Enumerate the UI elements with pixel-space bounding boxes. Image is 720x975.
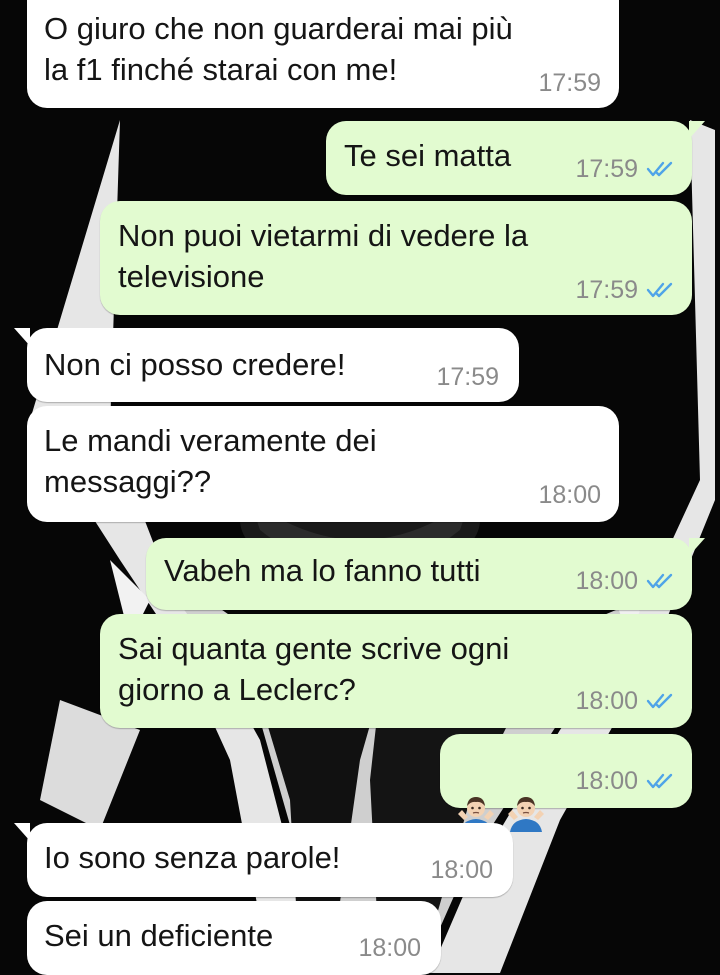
message-bubble-outgoing[interactable]: Vabeh ma lo fanno tutti 18:00 — [146, 538, 705, 610]
message-text: Io sono senza parole! — [44, 840, 341, 875]
message-time: 18:00 — [358, 934, 421, 962]
message-text: Non puoi vietarmi di vedere la televisio… — [118, 218, 529, 294]
message-bubble-outgoing[interactable]: Sai quanta gente scrive ogni giorno a Le… — [100, 614, 692, 728]
double-check-read-icon — [646, 161, 673, 177]
message-time: 17:59 — [538, 69, 601, 97]
double-check-read-icon — [646, 282, 673, 298]
bubble-tail — [689, 538, 705, 556]
message-text: Sai quanta gente scrive ogni giorno a Le… — [118, 631, 510, 707]
message-meta: 18:00 — [430, 855, 493, 885]
message-time: 17:59 — [575, 276, 638, 304]
message-text: Vabeh ma lo fanno tutti — [164, 553, 481, 588]
message-bubble-outgoing[interactable]: Te sei matta 17:59 — [326, 121, 705, 195]
message-bubble-outgoing[interactable]: Non puoi vietarmi di vedere la televisio… — [100, 201, 692, 315]
message-text: O giuro che non guarderai mai più la f1 … — [44, 11, 513, 87]
message-meta: 17:59 — [436, 362, 499, 392]
message-meta: 17:59 — [575, 154, 676, 184]
message-time: 18:00 — [430, 856, 493, 884]
conversation: O giuro che non guarderai mai più la f1 … — [0, 0, 720, 975]
bubble-tail — [689, 121, 705, 139]
message-meta: 18:00 — [575, 566, 676, 596]
double-check-read-icon — [646, 773, 673, 789]
message-time: 17:59 — [575, 155, 638, 183]
man-shrugging-emoji-icon — [508, 796, 544, 832]
message-text: Te sei matta — [344, 138, 512, 173]
message-text: Le mandi veramente dei messaggi?? — [44, 423, 377, 499]
message-meta: 18:00 — [538, 480, 601, 510]
message-bubble-incoming[interactable]: Sei un deficiente 18:00 — [27, 901, 441, 975]
message-time: 18:00 — [538, 481, 601, 509]
double-check-read-icon — [646, 573, 673, 589]
message-bubble-incoming[interactable]: O giuro che non guarderai mai più la f1 … — [27, 0, 619, 108]
message-time: 17:59 — [436, 363, 499, 391]
bubble-tail — [14, 823, 30, 841]
message-meta: 17:59 — [575, 275, 676, 305]
message-bubble-incoming[interactable]: Le mandi veramente dei messaggi?? 18:00 — [27, 406, 619, 522]
message-bubble-outgoing[interactable]: 18:00 — [440, 734, 692, 832]
message-bubble-incoming[interactable]: Io sono senza parole! 18:00 — [14, 823, 513, 897]
message-text: Non ci posso credere! — [44, 347, 346, 382]
message-meta: 18:00 — [358, 933, 421, 963]
message-meta: 18:00 — [575, 766, 676, 796]
emoji-row — [456, 748, 556, 832]
bubble-tail — [14, 328, 30, 346]
message-meta: 18:00 — [575, 686, 676, 716]
message-bubble-incoming[interactable]: Non ci posso credere! 17:59 — [14, 328, 519, 402]
message-time: 18:00 — [575, 687, 638, 715]
double-check-read-icon — [646, 693, 673, 709]
message-text: Sei un deficiente — [44, 918, 274, 953]
message-time: 18:00 — [575, 767, 638, 795]
message-time: 18:00 — [575, 567, 638, 595]
message-meta: 17:59 — [538, 68, 601, 98]
